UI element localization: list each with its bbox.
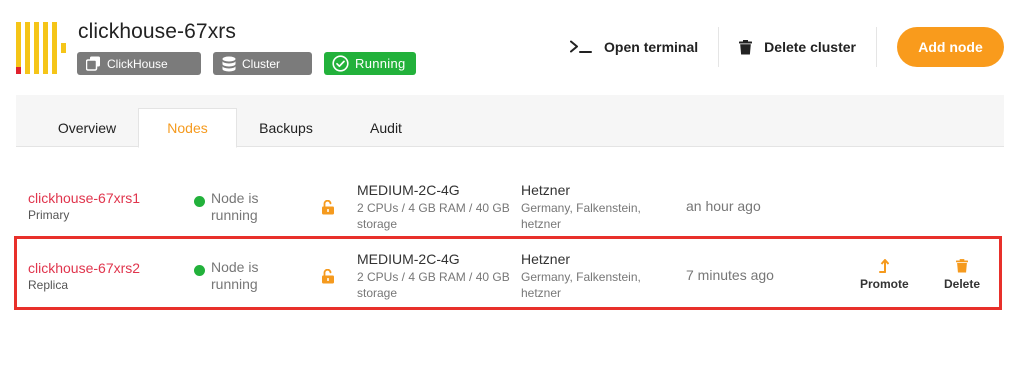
- cluster-header: clickhouse-67xrs ClickHouse Cluster Runn…: [0, 0, 1020, 95]
- delete-node-label: Delete: [944, 277, 981, 291]
- add-node-button[interactable]: Add node: [897, 27, 1004, 67]
- node-status-text: Node is running: [211, 190, 259, 223]
- trash-icon: [956, 259, 969, 273]
- unlock-icon[interactable]: [321, 269, 335, 284]
- tab-overview[interactable]: Overview: [16, 108, 158, 147]
- actions-divider-2: [876, 27, 877, 67]
- node-provider-cell: Hetzner Germany, Falkenstein, hetzner: [521, 251, 661, 301]
- node-role: Primary: [28, 208, 70, 222]
- node-plan-cell: MEDIUM-2C-4G 2 CPUs / 4 GB RAM / 40 GB s…: [357, 182, 512, 232]
- node-provider-name: Hetzner: [521, 251, 571, 267]
- node-provider-cell: Hetzner Germany, Falkenstein, hetzner: [521, 182, 661, 232]
- node-provider-location: Germany, Falkenstein, hetzner: [521, 270, 641, 300]
- tab-backups[interactable]: Backups: [242, 108, 330, 147]
- status-dot-icon: [194, 265, 205, 276]
- unlock-icon[interactable]: [321, 200, 335, 215]
- clickhouse-logo-icon: [16, 22, 66, 74]
- clickhouse-copy-icon: [86, 56, 100, 71]
- delete-node-button[interactable]: Delete: [944, 259, 980, 291]
- node-status-text: Node is running: [211, 259, 259, 292]
- open-terminal-label: Open terminal: [604, 39, 699, 55]
- node-plan-spec: 2 CPUs / 4 GB RAM / 40 GB storage: [357, 201, 510, 231]
- tab-bar: Overview Nodes Backups Audit: [16, 95, 1004, 148]
- database-icon: [222, 56, 236, 71]
- node-name-cell: clickhouse-67xrs2 Replica: [28, 260, 140, 292]
- node-status: Node is running: [194, 190, 281, 224]
- node-plan-name: MEDIUM-2C-4G: [357, 182, 460, 198]
- tag-cluster: Cluster: [213, 52, 312, 75]
- status-dot-icon: [194, 196, 205, 207]
- tab-nodes[interactable]: Nodes: [138, 108, 237, 148]
- node-provider-location: Germany, Falkenstein, hetzner: [521, 201, 641, 231]
- node-plan-spec: 2 CPUs / 4 GB RAM / 40 GB storage: [357, 270, 510, 300]
- node-name-link[interactable]: clickhouse-67xrs2: [28, 260, 140, 276]
- status-badge-label: Running: [355, 56, 406, 71]
- node-plan-cell: MEDIUM-2C-4G 2 CPUs / 4 GB RAM / 40 GB s…: [357, 251, 512, 301]
- terminal-icon: [570, 40, 593, 53]
- delete-cluster-button[interactable]: Delete cluster: [739, 39, 856, 55]
- tab-audit[interactable]: Audit: [347, 108, 425, 147]
- node-name-cell: clickhouse-67xrs1 Primary: [28, 190, 140, 222]
- node-created-time: an hour ago: [686, 198, 761, 214]
- trash-icon: [739, 39, 753, 54]
- status-badge: Running: [324, 52, 416, 75]
- node-created-time: 7 minutes ago: [686, 267, 774, 283]
- open-terminal-button[interactable]: Open terminal: [570, 39, 698, 55]
- header-actions: Open terminal Delete cluster Add node: [570, 27, 1004, 67]
- node-name-link[interactable]: clickhouse-67xrs1: [28, 190, 140, 206]
- tag-clickhouse-label: ClickHouse: [107, 56, 168, 71]
- cluster-title: clickhouse-67xrs: [78, 20, 236, 43]
- node-status: Node is running: [194, 259, 281, 293]
- actions-divider: [718, 27, 720, 67]
- node-provider-name: Hetzner: [521, 182, 571, 198]
- promote-label: Promote: [860, 277, 909, 291]
- node-row-selected[interactable]: clickhouse-67xrs2 Replica Node is runnin…: [14, 236, 1002, 310]
- node-plan-name: MEDIUM-2C-4G: [357, 251, 460, 267]
- check-circle-icon: [332, 55, 349, 72]
- cluster-tags: ClickHouse Cluster Running: [77, 52, 416, 75]
- node-row[interactable]: clickhouse-67xrs1 Primary Node is runnin…: [16, 172, 1004, 242]
- tag-clickhouse: ClickHouse: [77, 52, 201, 75]
- node-role: Replica: [28, 278, 69, 292]
- promote-button[interactable]: Promote: [860, 259, 909, 291]
- tag-cluster-label: Cluster: [242, 56, 281, 71]
- delete-cluster-label: Delete cluster: [764, 39, 856, 55]
- promote-arrow-icon: [879, 259, 890, 273]
